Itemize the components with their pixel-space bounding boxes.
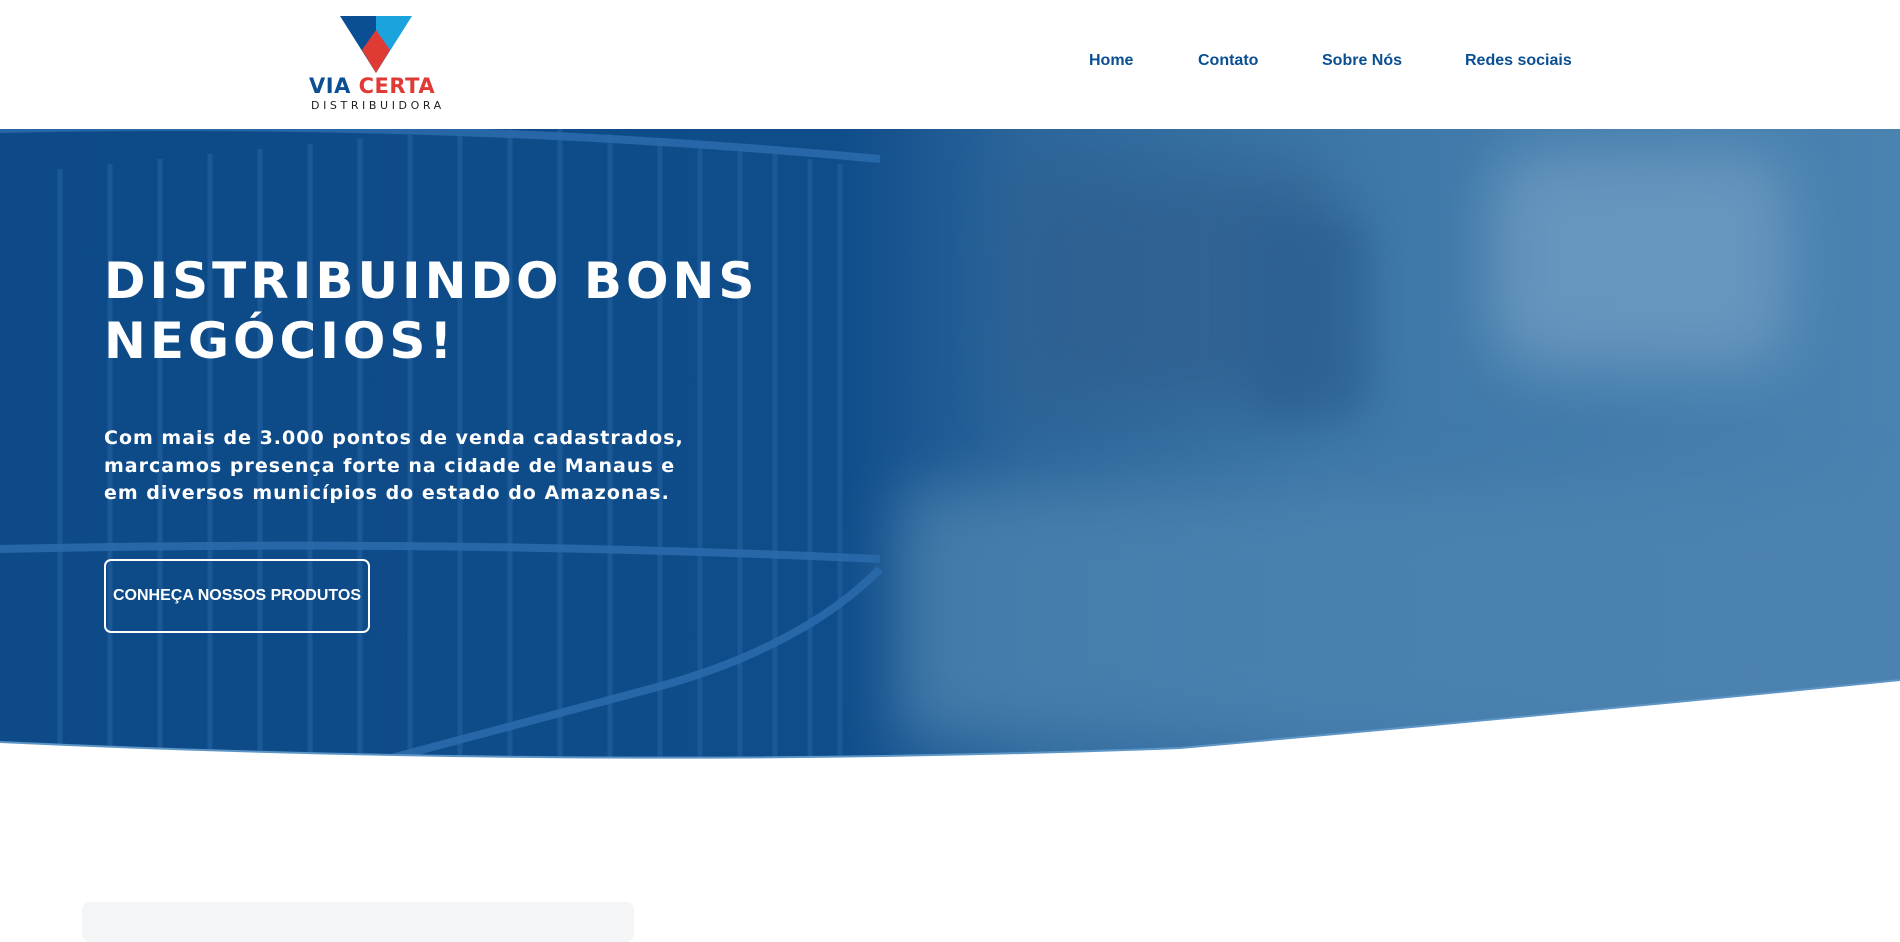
nav-link-redes-sociais[interactable]: Redes sociais [1465,52,1572,70]
logo-word-via: VIA [309,74,351,98]
map-card-preview [82,902,634,942]
logo-wordmark: VIA CERTA [309,74,444,98]
hero-bg-blur [1490,149,1790,369]
hero-title: DISTRIBUINDO BONS NEGÓCIOS! [104,252,759,370]
v-chevron-logo-icon [340,16,412,73]
nav-link-contato[interactable]: Contato [1198,52,1258,70]
know-our-products-button[interactable]: CONHEÇA NOSSOS PRODUTOS [104,559,370,633]
logo-tagline: DISTRIBUIDORA [311,99,445,112]
via-certa-logo[interactable]: VIA CERTA DISTRIBUIDORA [309,16,444,112]
nav-link-sobre-nos[interactable]: Sobre Nós [1322,52,1402,70]
hero-description: Com mais de 3.000 pontos de venda cadast… [104,427,684,504]
hero-wave-divider [0,679,1900,800]
hero-bg-blur [1250,219,1370,419]
site-header: VIA CERTA DISTRIBUIDORA Home Contato Sob… [0,0,1900,129]
logo-word-certa: CERTA [358,74,436,98]
nav-link-home[interactable]: Home [1089,52,1133,70]
